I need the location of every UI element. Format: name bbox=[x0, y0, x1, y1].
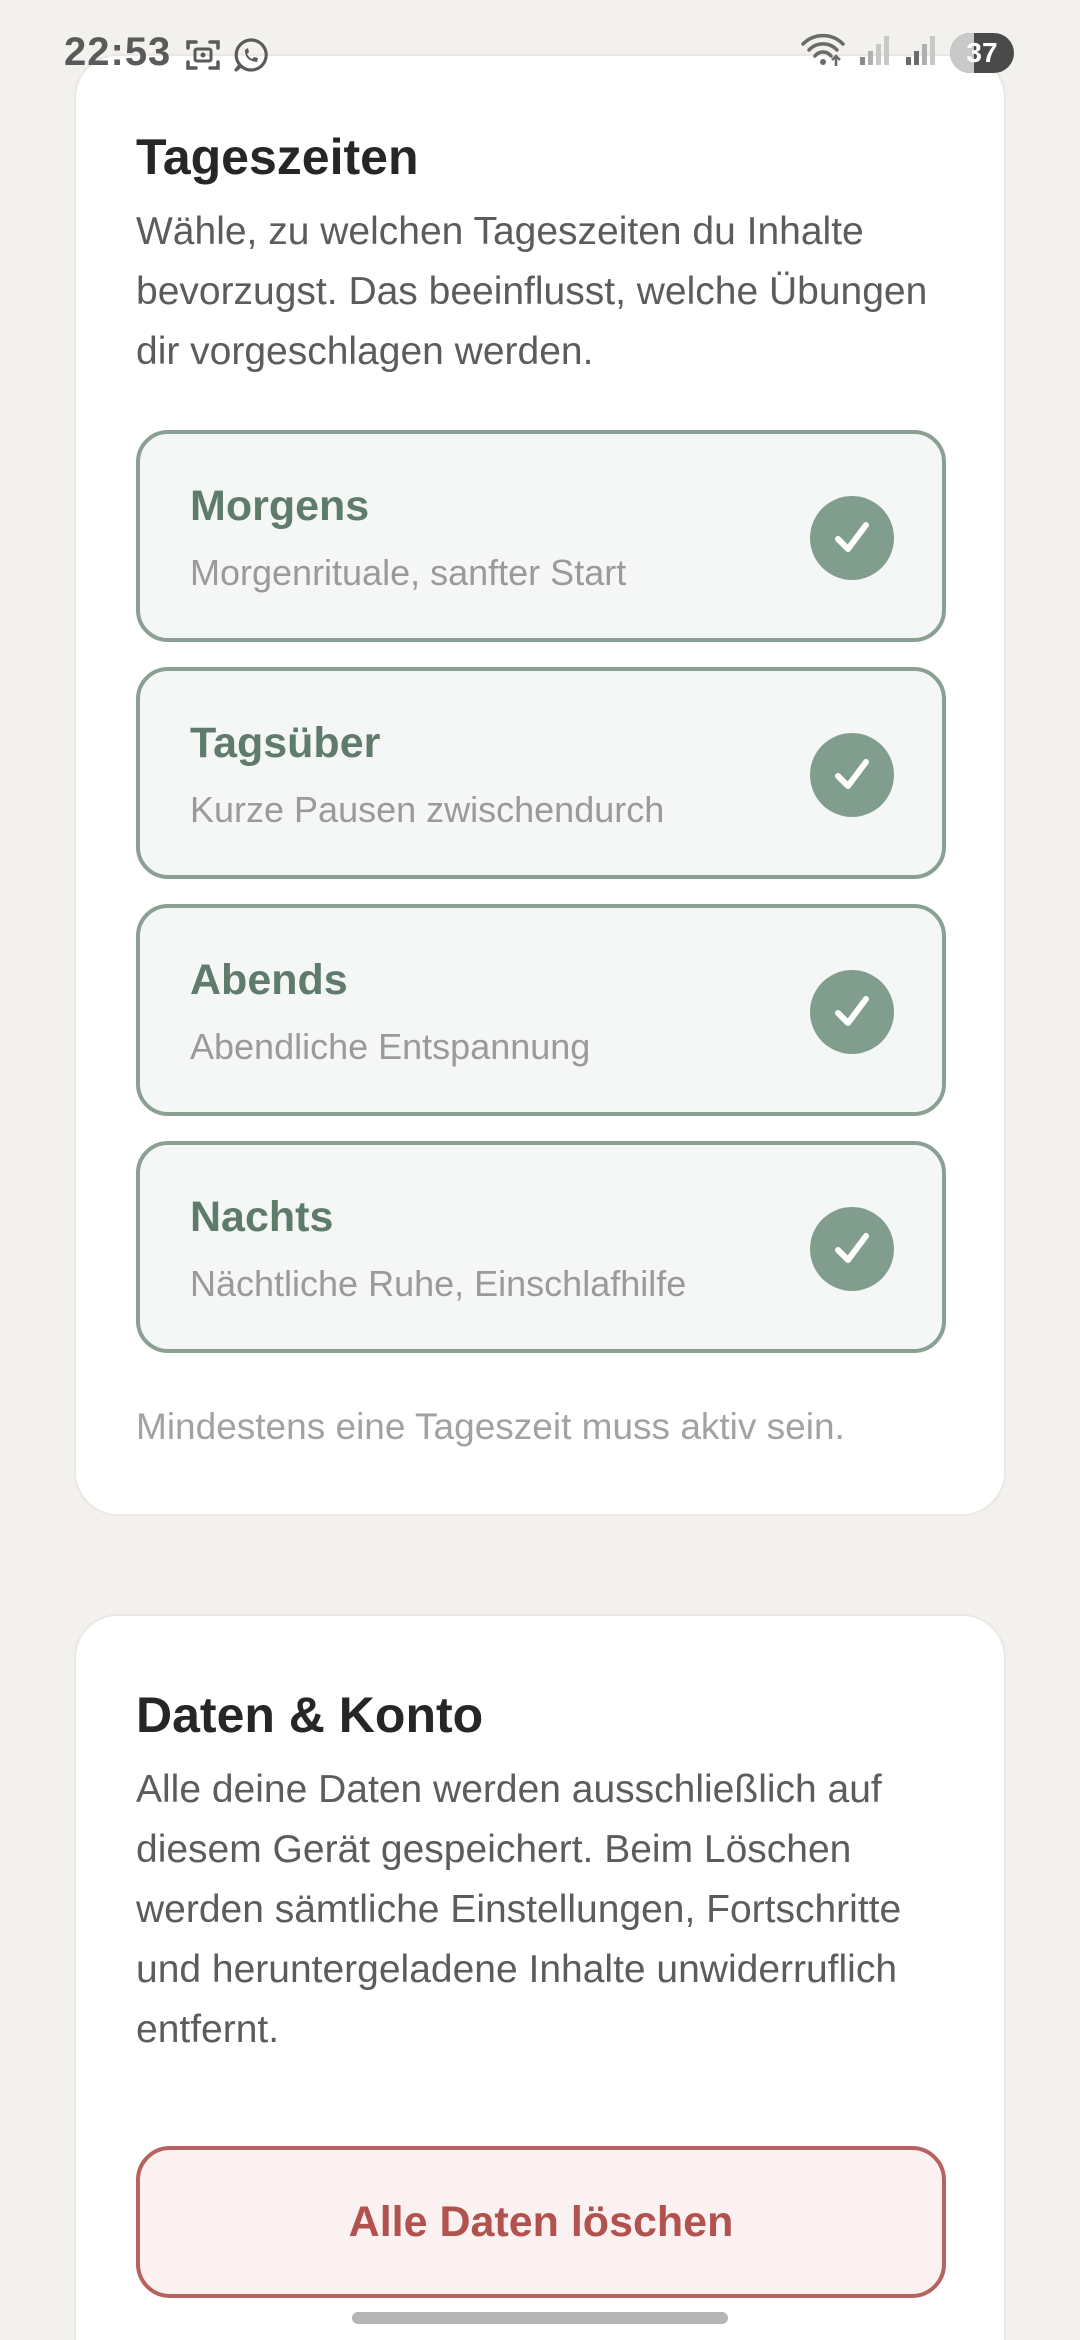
section-title: Daten & Konto bbox=[136, 1687, 484, 1743]
checkmark-icon bbox=[810, 496, 894, 580]
whatsapp-icon bbox=[232, 36, 270, 74]
status-time: 22:53 bbox=[64, 30, 172, 74]
home-indicator[interactable] bbox=[352, 2312, 728, 2324]
option-subtitle: Kurze Pausen zwischendurch bbox=[190, 789, 665, 830]
screenshot-icon bbox=[184, 36, 222, 74]
signal-icon bbox=[858, 33, 892, 72]
signal-icon bbox=[904, 33, 938, 72]
status-bar: 22:53 37 bbox=[0, 0, 1080, 110]
checkmark-icon bbox=[810, 733, 894, 817]
option-title: Tagsüber bbox=[190, 719, 381, 767]
tageszeiten-card: Tageszeiten Wähle, zu welchen Tageszeite… bbox=[74, 54, 1006, 1516]
option-title: Morgens bbox=[190, 482, 370, 530]
wifi-icon bbox=[800, 32, 846, 73]
option-abends[interactable]: Abends Abendliche Entspannung bbox=[136, 904, 946, 1116]
option-subtitle: Nächtliche Ruhe, Einschlafhilfe bbox=[190, 1263, 687, 1304]
hint-text: Mindestens eine Tageszeit muss aktiv sei… bbox=[136, 1406, 845, 1447]
battery-indicator: 37 bbox=[950, 32, 1014, 73]
option-tagsueber[interactable]: Tagsüber Kurze Pausen zwischendurch bbox=[136, 667, 946, 879]
section-title: Tageszeiten bbox=[136, 129, 419, 185]
section-description: Alle deine Daten werden ausschließlich a… bbox=[136, 1768, 902, 2051]
battery-level: 37 bbox=[966, 36, 998, 68]
option-nachts[interactable]: Nachts Nächtliche Ruhe, Einschlafhilfe bbox=[136, 1141, 946, 1353]
checkmark-icon bbox=[810, 1207, 894, 1291]
option-subtitle: Abendliche Entspannung bbox=[190, 1026, 591, 1067]
daten-konto-card: Daten & Konto Alle deine Daten werden au… bbox=[74, 1614, 1006, 2340]
option-title: Abends bbox=[190, 956, 348, 1004]
delete-all-data-button[interactable]: Alle Daten löschen bbox=[136, 2146, 946, 2298]
option-morgens[interactable]: Morgens Morgenrituale, sanfter Start bbox=[136, 430, 946, 642]
section-description: Wähle, zu welchen Tageszeiten du Inhalte… bbox=[136, 210, 928, 373]
status-system-icons: 37 bbox=[800, 32, 1014, 73]
checkmark-icon bbox=[810, 970, 894, 1054]
option-subtitle: Morgenrituale, sanfter Start bbox=[190, 552, 627, 593]
option-title: Nachts bbox=[190, 1193, 334, 1241]
